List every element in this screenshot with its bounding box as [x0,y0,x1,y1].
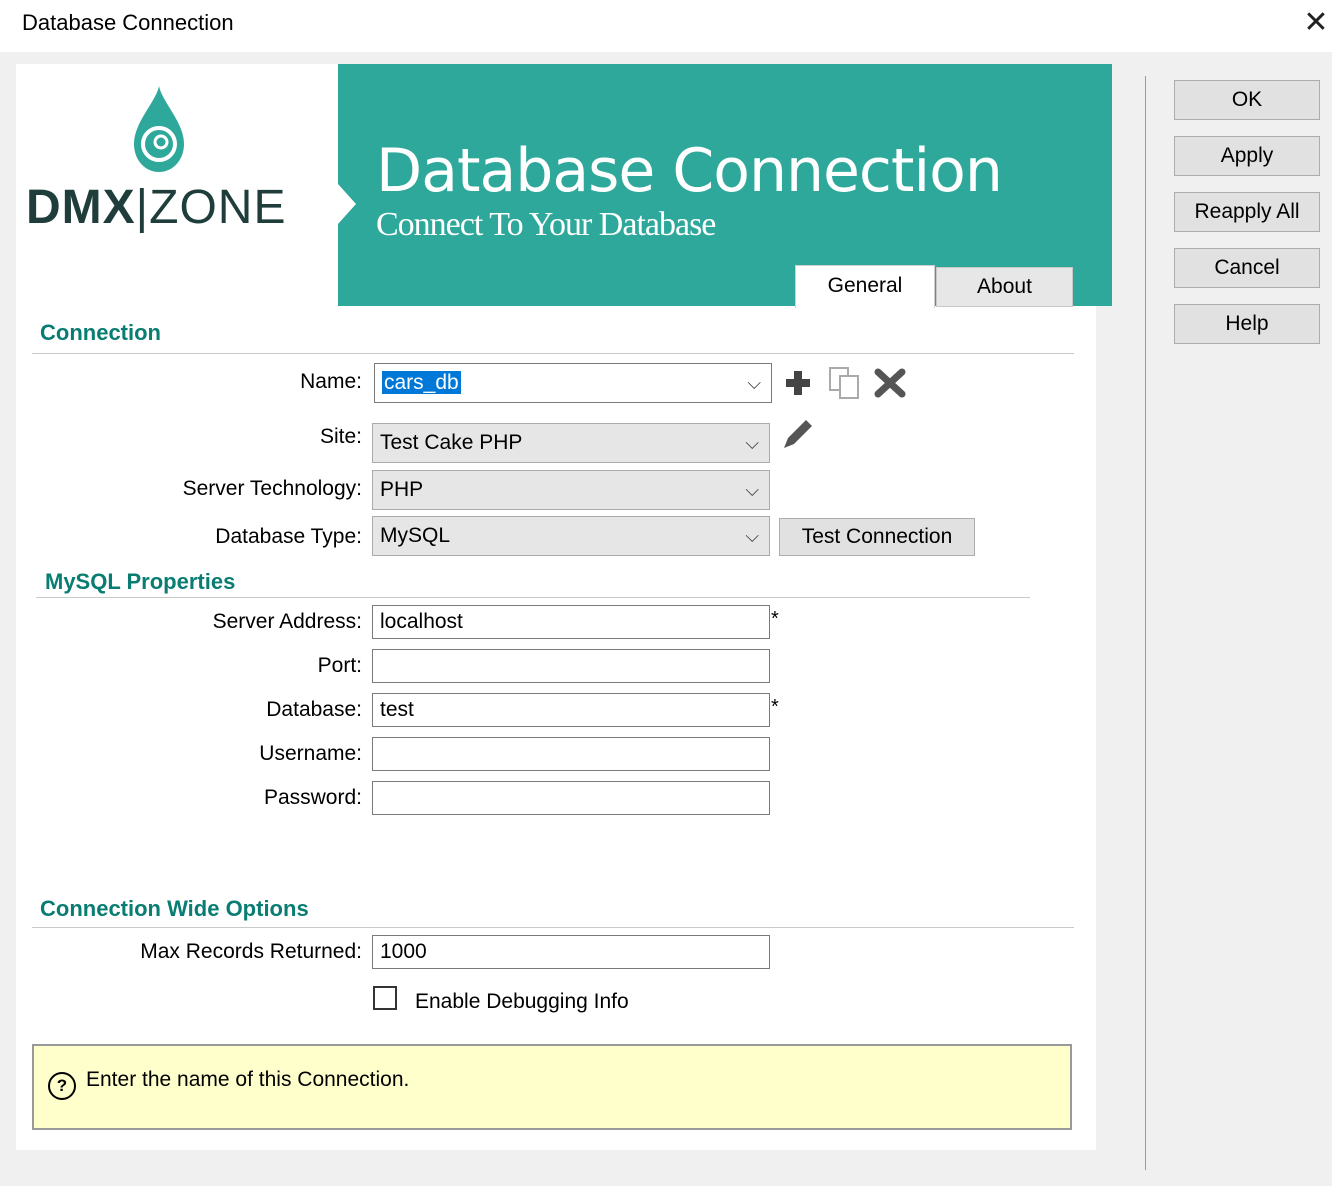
password-input[interactable] [372,781,770,815]
required-marker: * [771,608,779,630]
database-type-value: MySQL [380,524,451,547]
plus-icon[interactable] [784,368,812,398]
server-address-input[interactable]: localhost [372,605,770,639]
chevron-down-icon[interactable]: ⌵ [747,364,761,402]
tab-general[interactable]: General [795,265,935,308]
banner-notch [338,64,356,306]
site-label: Site: [319,425,362,448]
port-label: Port: [317,654,362,677]
delete-x-icon[interactable] [874,368,906,398]
port-input[interactable] [372,649,770,683]
section-mysql-heading: MySQL Properties [45,569,236,594]
section-connection-heading: Connection [40,320,161,345]
section-divider [36,597,1030,598]
banner-subtitle: Connect To Your Database [376,206,716,243]
window-title: Database Connection [22,10,234,35]
server-technology-value: PHP [380,478,424,501]
vertical-separator [1145,76,1146,1170]
enable-debugging-label[interactable]: Enable Debugging Info [415,990,629,1014]
chevron-down-icon[interactable]: ⌵ [745,471,759,509]
database-label: Database: [266,698,362,721]
dmxzone-drop-logo-icon [134,86,184,172]
help-button[interactable]: Help [1174,304,1320,344]
password-label: Password: [263,786,362,809]
chevron-down-icon[interactable]: ⌵ [745,517,759,555]
logo-wordmark: DMX|ZONE [26,180,286,235]
name-combobox[interactable]: cars_db ⌵ [374,363,772,403]
logo-divider: | [135,181,150,234]
max-records-label: Max Records Returned: [140,940,362,963]
database-input[interactable]: test [372,693,770,727]
logo-brand-light: ZONE [149,181,287,234]
username-input[interactable] [372,737,770,771]
section-divider [32,927,1074,928]
close-icon[interactable]: ✕ [1302,6,1330,40]
cancel-button[interactable]: Cancel [1174,248,1320,288]
database-type-select[interactable]: MySQL ⌵ [372,516,770,556]
required-marker: * [771,696,779,718]
max-records-input[interactable]: 1000 [372,935,770,969]
name-label: Name: [300,370,362,393]
reapply-all-button[interactable]: Reapply All [1174,192,1320,232]
question-circle-icon: ? [48,1072,76,1100]
enable-debugging-checkbox[interactable] [373,986,397,1010]
site-value: Test Cake PHP [380,431,523,454]
ok-button[interactable]: OK [1174,80,1320,120]
copy-icon[interactable] [828,366,864,400]
server-address-label: Server Address: [212,610,362,633]
username-label: Username: [259,742,362,765]
pencil-icon[interactable] [780,416,816,452]
chevron-down-icon[interactable]: ⌵ [745,424,759,462]
banner-title: Database Connection [376,136,1003,206]
apply-button[interactable]: Apply [1174,136,1320,176]
test-connection-button[interactable]: Test Connection [779,518,975,556]
logo-brand-bold: DMX [26,181,136,234]
database-type-label: Database Type: [215,525,362,548]
help-text: Enter the name of this Connection. [86,1068,410,1091]
site-select[interactable]: Test Cake PHP ⌵ [372,423,770,463]
tab-about[interactable]: About [936,267,1073,307]
name-value: cars_db [382,371,461,394]
server-technology-label: Server Technology: [182,477,362,500]
server-technology-select[interactable]: PHP ⌵ [372,470,770,510]
section-divider [32,353,1074,354]
section-connection-wide-heading: Connection Wide Options [40,896,309,921]
